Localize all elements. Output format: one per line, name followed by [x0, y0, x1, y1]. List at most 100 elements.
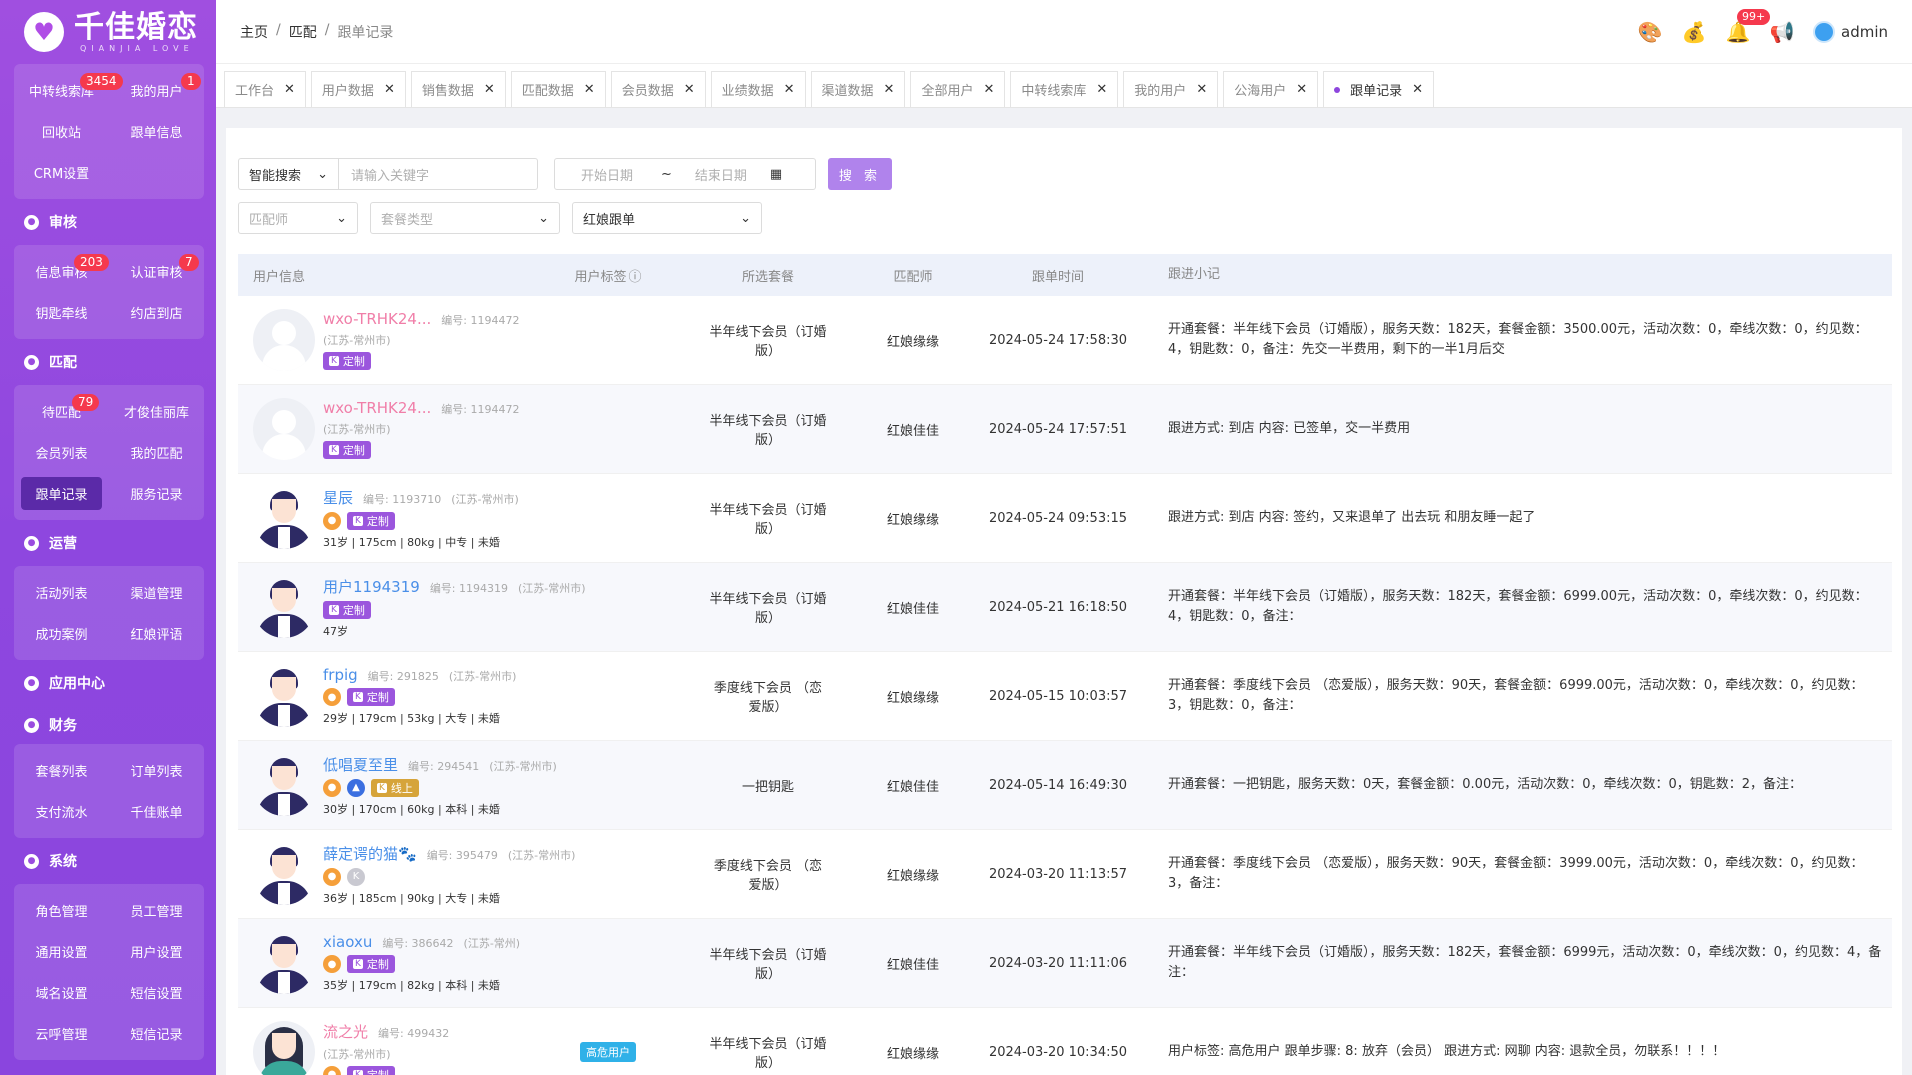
tab-item[interactable]: 会员数据 ✕	[610, 71, 706, 107]
sidebar-item-recycle[interactable]: 回收站	[14, 111, 109, 152]
sidebar-item-follow-info[interactable]: 跟单信息	[109, 111, 204, 152]
avatar[interactable]	[253, 932, 315, 994]
tab-item[interactable]: 我的用户 ✕	[1123, 71, 1219, 107]
matchmaker-select[interactable]: 匹配师 ⌄	[238, 202, 358, 234]
sidebar-item-domain[interactable]: 域名设置	[14, 972, 109, 1013]
table-row[interactable]: xiaoxu 编号: 386642 (江苏-常州) ● K 定制 35岁 | 179…	[238, 919, 1892, 1008]
tab-item[interactable]: 销售数据 ✕	[410, 71, 506, 107]
sidebar-item-follow-record[interactable]: 跟单记录	[14, 473, 109, 514]
section-app[interactable]: ● 应用中心	[0, 660, 216, 706]
close-icon[interactable]: ✕	[784, 82, 795, 97]
sidebar-item-activity[interactable]: 活动列表	[14, 572, 109, 613]
help-icon[interactable]: ⓘ	[629, 266, 642, 285]
tab-item[interactable]: 工作台 ✕	[224, 71, 306, 107]
date-range-picker[interactable]: 开始日期 ~ 结束日期 ▦	[554, 158, 816, 190]
logo[interactable]: ♥ 千佳婚恋 QIANJIA LOVE	[0, 0, 216, 64]
close-icon[interactable]: ✕	[1296, 82, 1307, 97]
bell-icon[interactable]: 🔔 99+	[1725, 8, 1771, 45]
sidebar-item-staff[interactable]: 员工管理	[109, 890, 204, 931]
table-row[interactable]: 低唱夏至里 编号: 294541 (江苏-常州市) ● ▲ K 线上 30岁 | 17…	[238, 741, 1892, 830]
sidebar-item-cloud-call[interactable]: 云呼管理	[14, 1013, 109, 1054]
avatar[interactable]	[253, 1021, 315, 1075]
avatar[interactable]	[253, 487, 315, 549]
tab-item[interactable]: 用户数据 ✕	[310, 71, 406, 107]
sidebar-item-pending-match[interactable]: 79 待匹配	[14, 391, 109, 432]
avatar[interactable]	[253, 665, 315, 727]
sidebar-item-lead-pool[interactable]: 3454 中转线索库	[14, 70, 123, 111]
tab-item[interactable]: 匹配数据 ✕	[510, 71, 606, 107]
sidebar-item-info-audit[interactable]: 203 信息审核	[14, 251, 109, 292]
sidebar-item-member-list[interactable]: 会员列表	[14, 432, 109, 473]
table-row[interactable]: 流之光 编号: 499432 (江苏-常州市) ● K 定制 高危用户 半年线下会员…	[238, 1008, 1892, 1075]
tab-item[interactable]: 渠道数据 ✕	[810, 71, 906, 107]
table-row[interactable]: wxo-TRHK24... 编号: 1194472 (江苏-常州市) K 定制 半…	[238, 385, 1892, 474]
sidebar-item-sms[interactable]: 短信设置	[109, 972, 204, 1013]
avatar[interactable]	[253, 843, 315, 905]
breadcrumb-match[interactable]: 匹配	[289, 22, 317, 42]
sidebar-item-cert-audit[interactable]: 7 认证审核	[109, 251, 204, 292]
sidebar-item-bills[interactable]: 千佳账单	[109, 791, 204, 832]
follow-type-select[interactable]: 红娘跟单 ⌄	[572, 202, 762, 234]
user-name[interactable]: 星辰	[323, 487, 353, 508]
palette-icon[interactable]: 🎨	[1637, 19, 1663, 45]
tab-item[interactable]: 中转线索库 ✕	[1010, 71, 1119, 107]
package-select[interactable]: 套餐类型 ⌄	[370, 202, 560, 234]
avatar[interactable]	[253, 576, 315, 638]
tab-item[interactable]: 跟单记录 ✕	[1323, 71, 1435, 107]
close-icon[interactable]: ✕	[384, 82, 395, 97]
close-icon[interactable]: ✕	[284, 82, 295, 97]
section-ops[interactable]: ● 运营	[0, 520, 216, 566]
sidebar-item-sms-log[interactable]: 短信记录	[109, 1013, 204, 1054]
close-icon[interactable]: ✕	[684, 82, 695, 97]
money-bag-icon[interactable]: 💰	[1681, 19, 1707, 45]
avatar[interactable]	[253, 398, 315, 460]
close-icon[interactable]: ✕	[584, 82, 595, 97]
tab-item[interactable]: 全部用户 ✕	[910, 71, 1006, 107]
close-icon[interactable]: ✕	[983, 82, 994, 97]
sidebar-item-payments[interactable]: 支付流水	[14, 791, 109, 832]
sidebar-item-general[interactable]: 通用设置	[14, 931, 109, 972]
sidebar-item-my-match[interactable]: 我的匹配	[109, 432, 204, 473]
megaphone-icon[interactable]: 📢	[1769, 19, 1795, 45]
user-name[interactable]: 用户1194319	[323, 576, 420, 597]
user-name[interactable]: 低唱夏至里	[323, 754, 398, 775]
table-row[interactable]: frpig 编号: 291825 (江苏-常州市) ● K 定制 29岁 | 179…	[238, 652, 1892, 741]
user-menu[interactable]: admin	[1813, 20, 1888, 43]
sidebar-item-my-users[interactable]: 1 我的用户	[109, 70, 204, 111]
sidebar-item-service-record[interactable]: 服务记录	[109, 473, 204, 514]
sidebar-item-packages[interactable]: 套餐列表	[14, 750, 109, 791]
close-icon[interactable]: ✕	[484, 82, 495, 97]
section-audit[interactable]: ● 审核	[0, 199, 216, 245]
sidebar-item-key-match[interactable]: 钥匙牵线	[14, 292, 109, 333]
table-row[interactable]: 星辰 编号: 1193710 (江苏-常州市) ● K 定制 31岁 | 175cm…	[238, 474, 1892, 563]
search-type-select[interactable]: 智能搜索 ⌄	[238, 158, 338, 190]
user-name[interactable]: 流之光	[323, 1021, 368, 1042]
close-icon[interactable]: ✕	[884, 82, 895, 97]
sidebar-item-store-visit[interactable]: 约店到店	[109, 292, 204, 333]
sidebar-item-crm-settings[interactable]: CRM设置	[14, 152, 109, 193]
table-row[interactable]: 用户1194319 编号: 1194319 (江苏-常州市) K 定制 47岁 半…	[238, 563, 1892, 652]
sidebar-item-roles[interactable]: 角色管理	[14, 890, 109, 931]
sidebar-item-talent-pool[interactable]: 才俊佳丽库	[109, 391, 204, 432]
section-finance[interactable]: ● 财务	[0, 706, 216, 744]
search-button[interactable]: 搜 索	[828, 158, 892, 190]
sidebar-item-orders[interactable]: 订单列表	[109, 750, 204, 791]
user-name[interactable]: 薛定谔的猫🐾	[323, 843, 417, 864]
avatar[interactable]	[253, 309, 315, 371]
tab-item[interactable]: 业绩数据 ✕	[710, 71, 806, 107]
user-name[interactable]: wxo-TRHK24...	[323, 310, 431, 328]
avatar[interactable]	[253, 754, 315, 816]
close-icon[interactable]: ✕	[1412, 82, 1423, 97]
tab-item[interactable]: 公海用户 ✕	[1223, 71, 1319, 107]
table-row[interactable]: wxo-TRHK24... 编号: 1194472 (江苏-常州市) K 定制 半…	[238, 296, 1892, 385]
breadcrumb-home[interactable]: 主页	[240, 22, 268, 42]
sidebar-item-user-settings[interactable]: 用户设置	[109, 931, 204, 972]
user-name[interactable]: xiaoxu	[323, 933, 372, 951]
close-icon[interactable]: ✕	[1096, 82, 1107, 97]
section-system[interactable]: ● 系统	[0, 838, 216, 884]
section-match[interactable]: ● 匹配	[0, 339, 216, 385]
sidebar-item-cases[interactable]: 成功案例	[14, 613, 109, 654]
table-row[interactable]: 薛定谔的猫🐾 编号: 395479 (江苏-常州市) ● K 36岁 | 185c…	[238, 830, 1892, 919]
sidebar-item-channel[interactable]: 渠道管理	[109, 572, 204, 613]
user-name[interactable]: wxo-TRHK24...	[323, 399, 431, 417]
